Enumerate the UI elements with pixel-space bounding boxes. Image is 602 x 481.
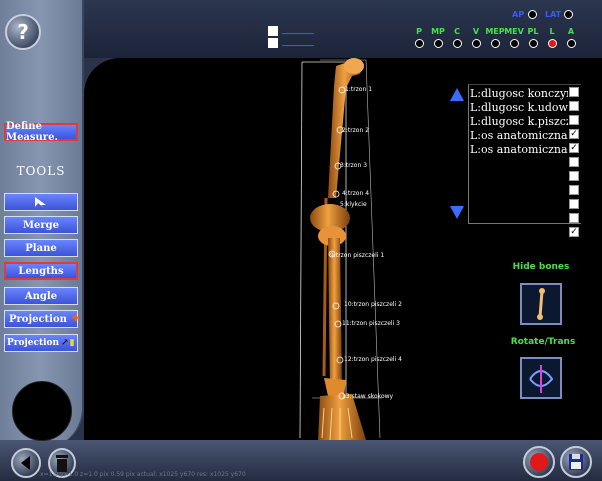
scroll-down-icon[interactable] (450, 206, 464, 219)
visibility-checkbox[interactable] (569, 115, 579, 125)
mode-radio-v[interactable] (472, 39, 481, 48)
list-item[interactable]: L:dlugosc konczyny (470, 87, 568, 100)
mode-radio-pl[interactable] (529, 39, 538, 48)
visibility-checkbox[interactable] (569, 199, 579, 209)
axis-icon: ✚ (71, 314, 80, 324)
bone-label: 12:trzon piszczeli 4 (344, 356, 402, 363)
mode-label-a: A (567, 27, 575, 36)
mode-label-mep: MEP (485, 27, 505, 36)
hide-bones-label: Hide bones (512, 262, 570, 272)
projection-label: Projection (7, 338, 60, 348)
angle-button[interactable]: Angle (4, 287, 78, 305)
visibility-checkbox[interactable] (569, 213, 579, 223)
lengths-button[interactable]: Lengths (4, 262, 78, 280)
view-link-1[interactable]: ________ (282, 25, 314, 34)
list-item[interactable]: L:dlugosc k.piszczelowej (470, 115, 568, 128)
bone-label: 13:staw skokowy (342, 393, 394, 400)
mode-radio-p[interactable] (415, 39, 424, 48)
rotate-trans-label: Rotate/Trans (510, 337, 576, 347)
bone-label: 4:trzon 4 (342, 190, 370, 197)
define-measure-button[interactable]: Define Measure. (4, 121, 78, 143)
lat-label: LAT (545, 10, 562, 19)
mode-radio-mev[interactable] (510, 39, 519, 48)
projection-line-button[interactable]: Projection ↗ ▮ (4, 334, 78, 352)
plane-icon: ▮ (69, 338, 75, 348)
visibility-checkbox[interactable]: ✓ (569, 129, 579, 139)
bone-label: 2:trzon 2 (342, 127, 370, 134)
mode-radio-mp[interactable] (434, 39, 443, 48)
plane-button[interactable]: Plane (4, 239, 78, 257)
pointer-tool-button[interactable] (4, 193, 78, 211)
record-button[interactable] (523, 446, 555, 478)
bone-label: 1:trzon 1 (345, 86, 373, 93)
list-item[interactable]: L:os anatomiczna p (470, 143, 568, 156)
visibility-checkbox[interactable] (569, 171, 579, 181)
list-item[interactable]: L:os anatomiczna uda (470, 129, 568, 142)
view-link-2[interactable]: ________ (282, 37, 314, 46)
view-checkbox-1[interactable] (268, 26, 278, 36)
bone-label: 3:trzon 3 (340, 162, 368, 169)
back-arrow-icon (21, 456, 30, 470)
back-button[interactable] (11, 448, 41, 478)
hide-bones-button[interactable] (520, 283, 562, 325)
visibility-checkbox[interactable] (569, 87, 579, 97)
bone-label: 5:klykcie (340, 201, 367, 208)
tools-title: TOOLS (16, 164, 66, 178)
rotate-trans-button[interactable] (520, 357, 562, 399)
orientation-preview (12, 381, 72, 441)
view-checkbox-2[interactable] (268, 38, 278, 48)
mode-label-mev: MEV (504, 27, 524, 36)
rotate-icon (529, 365, 554, 393)
mode-label-l: L (549, 27, 555, 36)
cursor-arrow-icon (35, 197, 46, 208)
mode-label-c: C (454, 27, 460, 36)
record-icon (530, 453, 548, 471)
floppy-disk-icon (569, 454, 583, 470)
visibility-checkbox[interactable] (569, 157, 579, 167)
visibility-checkbox[interactable]: ✓ (569, 143, 579, 153)
bone-label: 10:trzon piszczeli 2 (344, 301, 402, 308)
mode-radio-c[interactable] (453, 39, 462, 48)
mode-label-mp: MP (431, 27, 445, 36)
mode-radio-mep[interactable] (491, 39, 500, 48)
list-item[interactable]: L:dlugosc k.udowej (470, 101, 568, 114)
ap-radio[interactable] (528, 10, 537, 19)
bone-icon (537, 288, 545, 320)
mode-radio-a[interactable] (567, 39, 576, 48)
mode-radio-l[interactable] (548, 39, 557, 48)
status-readout: x=1.0 y=1.0 z=1.0 pix 0.59 pix actual: x… (40, 471, 246, 478)
ap-label: AP (512, 10, 525, 19)
help-label: ? (17, 20, 29, 44)
line-icon: ↗ (61, 338, 69, 348)
help-button[interactable]: ? (5, 14, 41, 50)
visibility-checkbox[interactable] (569, 185, 579, 195)
mode-label-v: V (472, 27, 480, 36)
mode-label-pl: PL (527, 27, 539, 36)
visibility-checkbox[interactable] (569, 101, 579, 111)
save-button[interactable] (560, 446, 592, 478)
lat-radio[interactable] (564, 10, 573, 19)
scroll-up-icon[interactable] (450, 88, 464, 101)
projection-point-button[interactable]: Projection ✚ (4, 310, 80, 328)
bone-label: 11:trzon piszczeli 3 (342, 320, 400, 327)
mode-label-p: P (416, 27, 422, 36)
bone-label: 9:trzon piszczeli 1 (330, 252, 385, 259)
merge-button[interactable]: Merge (4, 216, 78, 234)
visibility-checkbox[interactable]: ✓ (569, 227, 579, 237)
projection-label: Projection (9, 313, 67, 325)
